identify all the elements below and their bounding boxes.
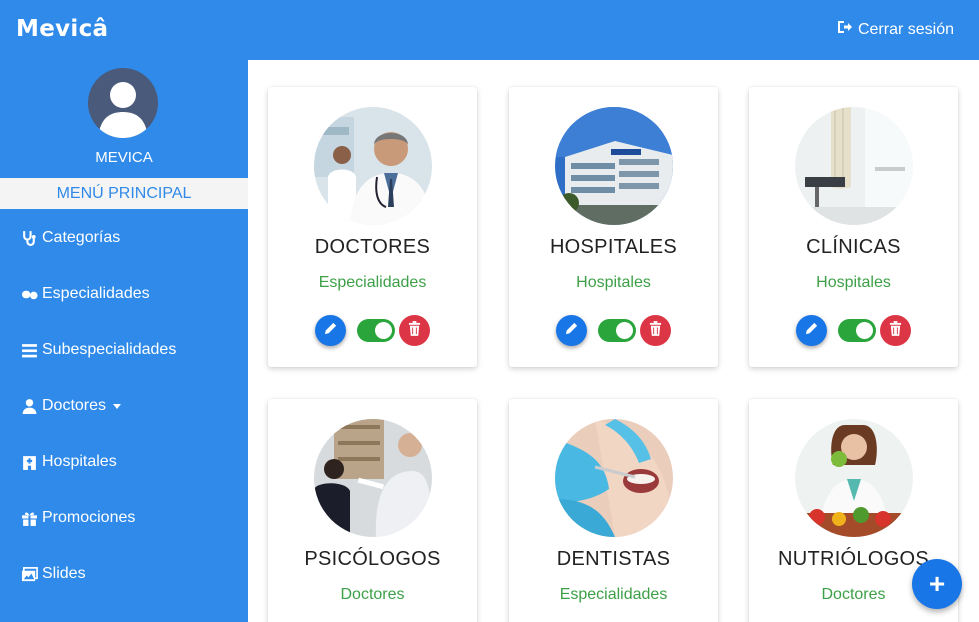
card-title: DENTISTAS	[556, 548, 671, 570]
list-icon	[20, 341, 38, 359]
gift-icon	[20, 509, 38, 527]
sidebar-item-especialidades[interactable]: Especialidades	[20, 282, 150, 306]
sidebar-item-label: Doctores	[42, 397, 107, 414]
toggle-knob	[856, 322, 873, 339]
card-subtitle[interactable]: Hospitales	[749, 274, 958, 292]
psychologist-session-photo	[314, 419, 432, 537]
sidebar-item-label: Subespecialidades	[42, 341, 177, 358]
delete-button[interactable]	[640, 315, 671, 346]
status-toggle[interactable]	[357, 319, 395, 342]
sidebar-item-categorias[interactable]: Categorías	[20, 226, 120, 250]
sidebar-item-label: Categorías	[42, 229, 121, 246]
delete-button[interactable]	[399, 315, 430, 346]
dentist-photo	[555, 419, 673, 537]
toggle-knob	[616, 322, 633, 339]
chevron-down-icon	[113, 403, 122, 409]
trash-icon	[408, 320, 421, 341]
card-title: HOSPITALES	[549, 236, 678, 258]
toggle-knob	[375, 322, 392, 339]
sidebar-item-label: Promociones	[42, 509, 136, 526]
pills-icon	[20, 285, 38, 303]
sign-out-icon	[837, 20, 853, 39]
status-toggle[interactable]	[598, 319, 636, 342]
delete-button[interactable]	[880, 315, 911, 346]
hospital-icon	[20, 453, 38, 471]
card-subtitle[interactable]: Especialidades	[268, 274, 477, 292]
sidebar-item-doctores[interactable]: Doctores	[20, 394, 122, 418]
card-actions	[509, 315, 718, 347]
pencil-icon	[804, 321, 819, 341]
card-subtitle[interactable]: Doctores	[268, 586, 477, 604]
sidebar-item-promociones[interactable]: Promociones	[20, 506, 135, 530]
card-title: PSICÓLOGOS	[304, 548, 441, 570]
category-card: DOCTORES Especialidades	[268, 87, 477, 367]
edit-button[interactable]	[796, 315, 827, 346]
avatar	[88, 68, 158, 138]
pencil-icon	[564, 321, 579, 341]
images-icon	[20, 565, 38, 583]
logout-label: Cerrar sesión	[857, 20, 954, 38]
hospital-building-photo	[555, 107, 673, 225]
doctor-photo	[314, 107, 432, 225]
top-bar: Mevicâ Cerrar sesión	[0, 0, 979, 60]
sidebar-item-subespecialidades[interactable]: Subespecialidades	[20, 338, 176, 362]
status-toggle[interactable]	[838, 319, 876, 342]
logout-button[interactable]: Cerrar sesión	[837, 20, 954, 39]
clinic-room-photo	[795, 107, 913, 225]
sidebar: MEVICA MENÚ PRINCIPAL Categorías Especia…	[0, 60, 248, 622]
card-title: CLÍNICAS	[806, 236, 901, 258]
edit-button[interactable]	[556, 315, 587, 346]
category-card: HOSPITALES Hospitales	[509, 87, 718, 367]
stethoscope-icon	[20, 229, 38, 247]
sidebar-item-slides[interactable]: Slides	[20, 562, 86, 586]
user-name: MEVICA	[95, 149, 153, 166]
card-subtitle[interactable]: Hospitales	[509, 274, 718, 292]
pencil-icon	[323, 321, 338, 341]
menu-title: MENÚ PRINCIPAL	[0, 178, 248, 209]
card-actions	[268, 315, 477, 347]
add-button[interactable]: +	[912, 559, 962, 609]
sidebar-item-hospitales[interactable]: Hospitales	[20, 450, 117, 474]
card-subtitle[interactable]: Especialidades	[509, 586, 718, 604]
app-logo[interactable]: Mevicâ	[16, 16, 108, 42]
sidebar-item-label: Hospitales	[42, 453, 117, 470]
nutritionist-photo	[795, 419, 913, 537]
edit-button[interactable]	[315, 315, 346, 346]
sidebar-item-label: Slides	[42, 565, 86, 582]
card-title: DOCTORES	[314, 236, 431, 258]
user-doctor-icon	[20, 397, 38, 415]
category-card: DENTISTAS Especialidades	[509, 399, 718, 622]
trash-icon	[889, 320, 902, 341]
plus-icon: +	[928, 568, 946, 599]
sidebar-item-label: Especialidades	[42, 285, 150, 302]
trash-icon	[649, 320, 662, 341]
category-card: CLÍNICAS Hospitales	[749, 87, 958, 367]
card-actions	[749, 315, 958, 347]
category-card: PSICÓLOGOS Doctores	[268, 399, 477, 622]
